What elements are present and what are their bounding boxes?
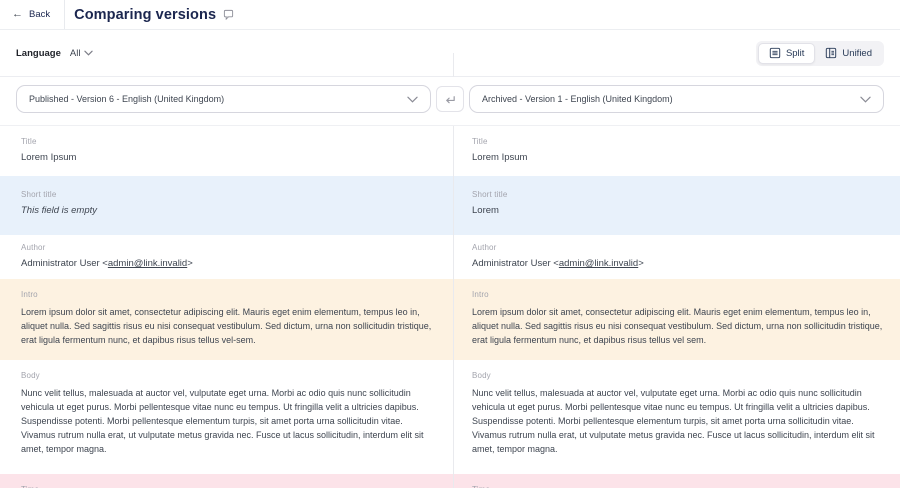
field-value: Administrator User <admin@link.invalid> <box>21 258 436 269</box>
field-value: Lorem Ipsum <box>472 152 886 163</box>
comparison-content: Title Lorem Ipsum Title Lorem Ipsum Shor… <box>0 126 900 488</box>
field-value: Administrator User <admin@link.invalid> <box>472 258 886 269</box>
field-row-intro: Intro Lorem ipsum dolor sit amet, consec… <box>0 279 900 360</box>
view-mode-toggle: Split Unified <box>756 41 884 66</box>
field-label: Short title <box>472 190 886 199</box>
chevron-down-icon <box>860 96 871 103</box>
field-label: Body <box>472 371 886 380</box>
header-bar: ← Back Comparing versions <box>0 0 900 30</box>
author-name: Administrator User < <box>21 258 108 269</box>
toolbar: Language All Split U <box>0 30 900 77</box>
left-cell-short-title: Short title This field is empty <box>0 176 450 235</box>
field-label: Author <box>472 243 886 252</box>
right-cell-short-title: Short title Lorem <box>450 176 900 235</box>
field-label: Title <box>21 137 436 146</box>
field-value: Lorem ipsum dolor sit amet, consectetur … <box>472 305 886 347</box>
swap-wrap <box>431 86 469 112</box>
chevron-down-icon <box>84 50 93 56</box>
field-value: Nunc velit tellus, malesuada at auctor v… <box>472 386 886 456</box>
language-label: Language <box>16 48 61 59</box>
right-version-value: Archived - Version 1 - English (United K… <box>482 94 673 104</box>
language-group: Language All <box>16 48 93 59</box>
field-label: Intro <box>472 290 886 299</box>
language-value: All <box>70 48 81 59</box>
field-row-author: Author Administrator User <admin@link.in… <box>0 235 900 279</box>
left-cell-time: Time 12:00 <box>0 474 450 488</box>
swap-arrow-icon <box>444 94 457 105</box>
field-label: Title <box>472 137 886 146</box>
version-selector-row: Published - Version 6 - English (United … <box>0 77 900 126</box>
field-value: Lorem Ipsum <box>21 152 436 163</box>
author-suffix: > <box>638 258 644 269</box>
field-value: Nunc velit tellus, malesuada at auctor v… <box>21 386 436 456</box>
split-view-label: Split <box>786 48 804 59</box>
left-version-select[interactable]: Published - Version 6 - English (United … <box>16 85 431 113</box>
swap-versions-button[interactable] <box>436 86 464 112</box>
back-button-label: Back <box>29 9 50 20</box>
comment-icon[interactable] <box>223 9 234 20</box>
field-row-title: Title Lorem Ipsum Title Lorem Ipsum <box>0 126 900 176</box>
left-cell-title: Title Lorem Ipsum <box>0 126 450 176</box>
unified-view-button[interactable]: Unified <box>815 43 882 64</box>
right-cell-author: Author Administrator User <admin@link.in… <box>450 235 900 279</box>
right-cell-time: Time This field is empty <box>450 474 900 488</box>
split-view-icon <box>769 47 781 59</box>
field-label: Author <box>21 243 436 252</box>
author-email-link[interactable]: admin@link.invalid <box>559 258 638 269</box>
right-cell-title: Title Lorem Ipsum <box>450 126 900 176</box>
unified-view-label: Unified <box>842 48 872 59</box>
back-button[interactable]: ← Back <box>0 0 65 29</box>
left-cell-intro: Intro Lorem ipsum dolor sit amet, consec… <box>0 279 450 360</box>
unified-view-icon <box>825 47 837 59</box>
right-cell-body: Body Nunc velit tellus, malesuada at auc… <box>450 360 900 474</box>
left-cell-author: Author Administrator User <admin@link.in… <box>0 235 450 279</box>
author-suffix: > <box>187 258 193 269</box>
field-value: Lorem <box>472 205 886 216</box>
field-label: Short title <box>21 190 436 199</box>
right-cell-intro: Intro Lorem ipsum dolor sit amet, consec… <box>450 279 900 360</box>
author-email-link[interactable]: admin@link.invalid <box>108 258 187 269</box>
field-label: Body <box>21 371 436 380</box>
field-row-short-title: Short title This field is empty Short ti… <box>0 176 900 235</box>
field-value: Lorem ipsum dolor sit amet, consectetur … <box>21 305 436 347</box>
author-name: Administrator User < <box>472 258 559 269</box>
left-version-value: Published - Version 6 - English (United … <box>29 94 224 104</box>
field-row-body: Body Nunc velit tellus, malesuada at auc… <box>0 360 900 474</box>
field-row-time: Time 12:00 Time This field is empty <box>0 474 900 488</box>
back-arrow-icon: ← <box>12 9 23 20</box>
split-view-button[interactable]: Split <box>758 43 815 64</box>
language-dropdown[interactable]: All <box>70 48 94 59</box>
field-label: Intro <box>21 290 436 299</box>
right-version-select[interactable]: Archived - Version 1 - English (United K… <box>469 85 884 113</box>
page-title-wrap: Comparing versions <box>65 0 234 29</box>
page-title: Comparing versions <box>74 7 216 23</box>
left-cell-body: Body Nunc velit tellus, malesuada at auc… <box>0 360 450 474</box>
field-value-empty: This field is empty <box>21 205 436 216</box>
chevron-down-icon <box>407 96 418 103</box>
